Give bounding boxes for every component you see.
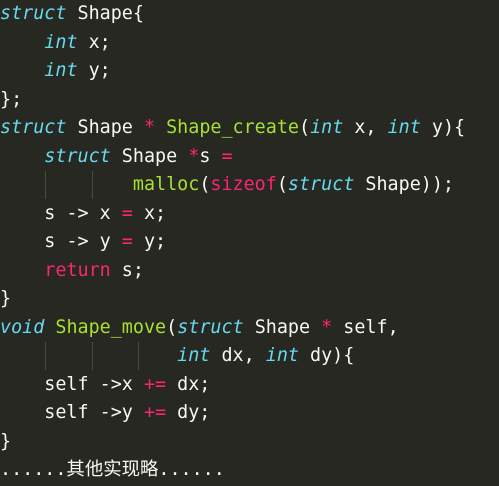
code-line[interactable]: };	[0, 86, 22, 115]
code-token: void	[0, 316, 45, 338]
code-token: =	[121, 202, 133, 224]
code-token: (	[298, 117, 311, 138]
code-line[interactable]: struct Shape{	[0, 0, 144, 29]
code-token: struct	[177, 316, 244, 338]
code-token: self,	[332, 316, 399, 338]
code-line[interactable]: ......其他实现略......	[0, 456, 225, 485]
code-token: y){	[420, 117, 466, 138]
code-line[interactable]: malloc(sizeof(struct Shape));	[0, 171, 454, 200]
code-token: self ->y	[0, 402, 144, 423]
code-line[interactable]: return s;	[0, 257, 144, 286]
code-token: y;	[132, 231, 167, 252]
code-token: *	[321, 316, 333, 338]
code-line[interactable]: int y;	[0, 57, 111, 86]
code-token: *	[188, 145, 200, 167]
code-line[interactable]: self ->x += dx;	[0, 371, 210, 400]
code-token: dy;	[166, 402, 211, 423]
code-token: struct	[44, 145, 111, 167]
code-token: *	[143, 117, 156, 138]
code-token: +=	[143, 402, 167, 423]
code-token: dx,	[210, 345, 266, 366]
code-token: int	[44, 31, 78, 53]
code-editor[interactable]: struct Shape{ int x; int y;}; struct Shap…	[0, 0, 499, 486]
code-token: Shape_move	[55, 316, 167, 338]
code-token: x;	[132, 202, 167, 224]
code-token: y;	[77, 60, 111, 81]
code-token: int	[265, 345, 299, 366]
code-token: return	[44, 259, 111, 281]
code-token: Shape));	[354, 174, 454, 195]
code-token: malloc	[132, 174, 200, 195]
code-token: Shape	[243, 316, 322, 338]
code-token: dx;	[166, 373, 211, 395]
code-token: }	[0, 430, 12, 452]
code-token: struct	[0, 3, 67, 24]
code-token: +=	[143, 373, 167, 395]
code-token: int	[177, 345, 211, 366]
code-line[interactable]: }	[0, 428, 11, 457]
code-token: Shape	[110, 145, 189, 167]
code-line[interactable]: struct Shape *s =	[0, 143, 233, 172]
code-token: s	[199, 145, 222, 167]
code-token: x;	[77, 31, 111, 53]
code-token: int	[310, 117, 344, 138]
code-token: Shape{	[66, 3, 144, 24]
code-token: (	[199, 174, 211, 195]
code-token: int	[387, 117, 421, 138]
code-token: struct	[0, 117, 67, 138]
code-token: ......其他实现略......	[0, 459, 225, 480]
code-token: };	[0, 88, 23, 110]
code-token: struct	[287, 174, 355, 195]
code-token: =	[221, 145, 233, 167]
code-line[interactable]: int dx, int dy){	[0, 342, 354, 371]
code-token: int	[44, 60, 78, 81]
code-token: x,	[343, 117, 388, 138]
code-line[interactable]: struct Shape * Shape_create(int x, int y…	[0, 114, 465, 143]
code-token: (	[166, 316, 178, 338]
code-line[interactable]: void Shape_move(struct Shape * self,	[0, 314, 399, 343]
code-line[interactable]: s -> y = y;	[0, 228, 166, 257]
code-token: =	[121, 231, 133, 252]
code-token: Shape	[66, 117, 144, 138]
code-token: sizeof	[210, 174, 277, 195]
code-token: dy){	[298, 345, 355, 366]
code-token: s -> x	[0, 202, 122, 224]
code-token: self ->x	[0, 373, 144, 395]
code-token: }	[0, 288, 12, 309]
code-line[interactable]: s -> x = x;	[0, 200, 166, 229]
code-line[interactable]: int x;	[0, 29, 111, 58]
code-token: Shape_create	[166, 117, 299, 138]
code-line[interactable]: }	[0, 285, 11, 314]
code-token: s;	[110, 259, 144, 281]
code-token: (	[276, 174, 288, 195]
code-line[interactable]: self ->y += dy;	[0, 399, 210, 428]
code-token: s -> y	[0, 231, 122, 252]
